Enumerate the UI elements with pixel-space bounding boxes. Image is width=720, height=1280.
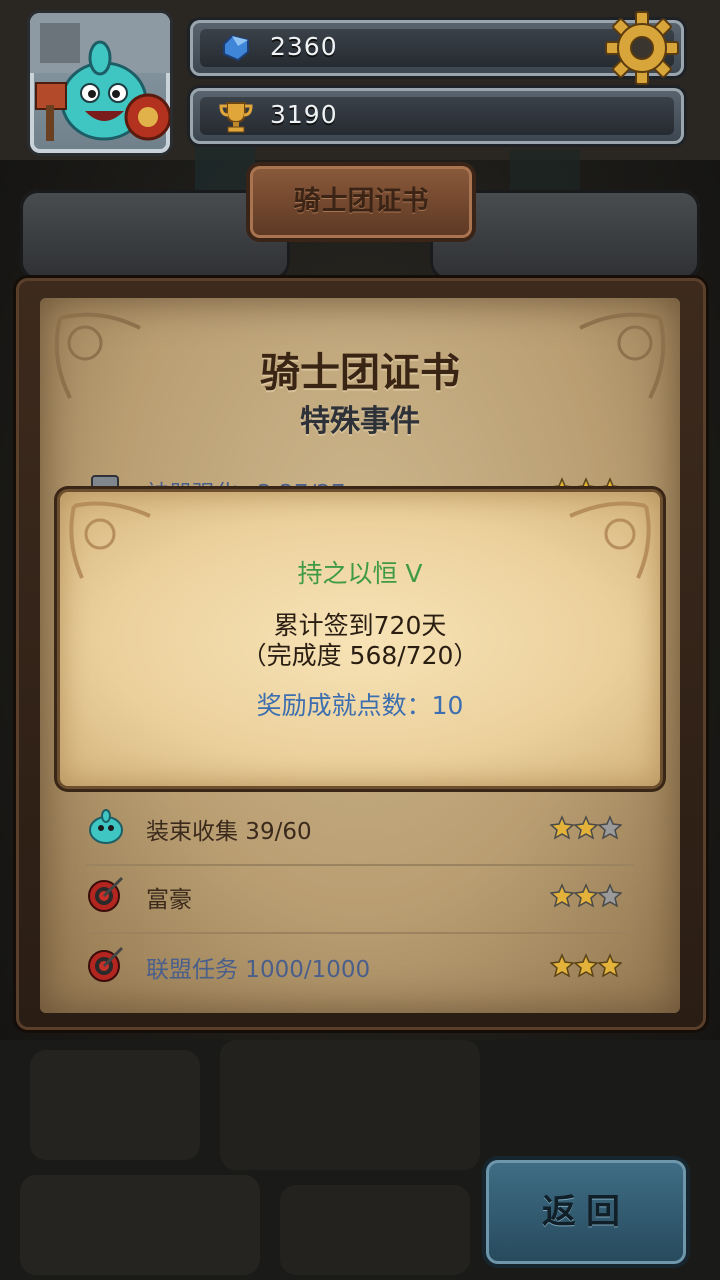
achievement-label: 联盟任务 1000/1000 — [146, 957, 371, 983]
achievement-label: 装束收集 39/60 — [146, 819, 312, 845]
three-stars-icon — [550, 953, 622, 978]
achievement-label: 富豪 — [146, 887, 192, 913]
achievement-row[interactable]: 富豪 — [86, 866, 634, 928]
popup-reward: 奖励成就点数：10 — [256, 691, 464, 720]
slime-icon — [89, 809, 123, 844]
header-plaque: 骑士团证书 — [250, 166, 472, 238]
row-divider — [86, 932, 634, 934]
gem-icon — [223, 34, 249, 62]
header-plaque-title: 骑士团证书 — [293, 186, 429, 217]
player-avatar[interactable] — [30, 13, 170, 153]
trophy-count: 3190 — [270, 100, 338, 129]
trophy-icon — [219, 102, 253, 133]
two-stars-icon — [550, 883, 622, 908]
certificate-subtitle: 特殊事件 — [300, 404, 420, 439]
slime-hero-icon — [30, 13, 170, 141]
popup-achievement-name: 持之以恒 V — [297, 559, 423, 588]
trophy-counter: 3190 — [190, 88, 684, 144]
target-icon — [88, 946, 124, 982]
target-icon — [88, 876, 124, 912]
settings-gear-icon[interactable] — [604, 10, 680, 86]
achievement-row[interactable]: 联盟任务 1000/1000 — [86, 936, 634, 998]
certificate-title: 骑士团证书 — [260, 350, 460, 396]
two-stars-icon — [550, 815, 622, 840]
gem-count: 2360 — [270, 32, 338, 61]
popup-progress: （完成度 568/720） — [241, 641, 479, 670]
achievement-row[interactable]: 装束收集 39/60 — [86, 798, 634, 860]
back-button[interactable]: 返回 — [486, 1160, 686, 1264]
back-button-label: 返回 — [542, 1192, 630, 1232]
